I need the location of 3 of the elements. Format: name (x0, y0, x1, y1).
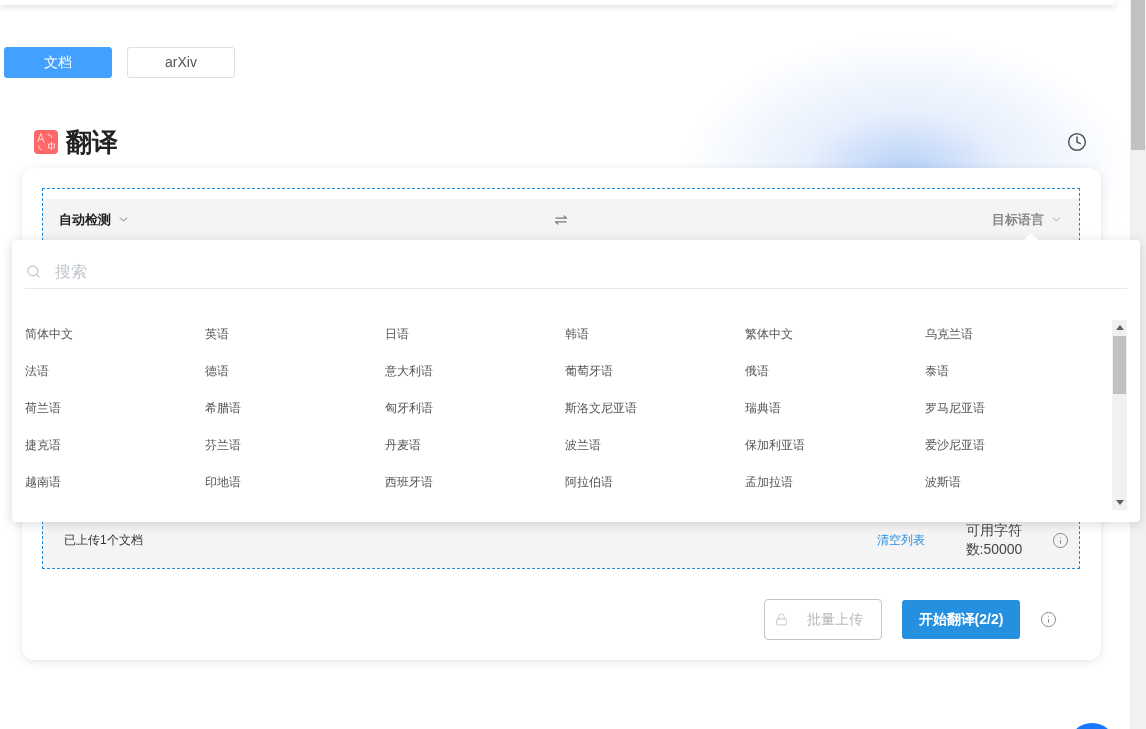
upload-status-text: 已上传1个文档 (64, 532, 143, 549)
page-title: 翻译 (66, 128, 118, 156)
character-quota-text: 可用字符数:50000 (964, 521, 1024, 559)
